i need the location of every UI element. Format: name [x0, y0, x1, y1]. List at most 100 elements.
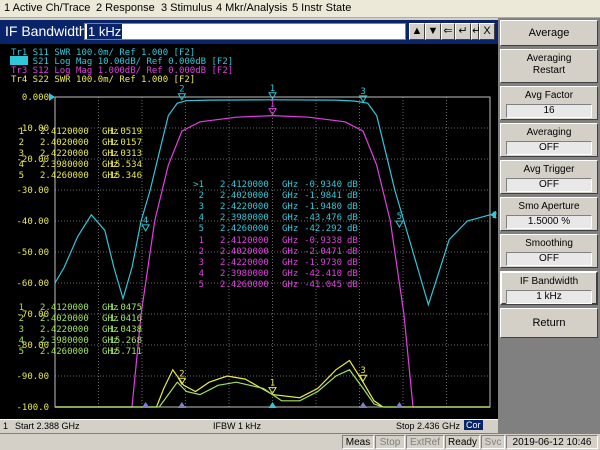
marker-table-unit: GHz — [282, 213, 298, 223]
menu-response[interactable]: 2 Response — [96, 2, 155, 14]
marker-table-frequency: 2.4020000 — [220, 191, 269, 201]
if-bandwidth-button[interactable]: IF Bandwidth 1 kHz — [500, 271, 598, 305]
if-bandwidth-status: IFBW 1 kHz — [213, 421, 262, 431]
marker-table-frequency: 2.4260000 — [220, 280, 269, 290]
menu-stimulus[interactable]: 3 Stimulus — [161, 2, 212, 14]
smo-aperture-label: Smo Aperture — [518, 201, 580, 212]
entry-enter-button[interactable]: ↵ — [455, 23, 471, 40]
marker-table-frequency: 2.3980000 — [40, 160, 89, 170]
marker-table-value: -0.9338 — [304, 236, 342, 246]
status-bar: 1 Start 2.388 GHz IFBW 1 kHz Stop 2.436 … — [0, 419, 498, 433]
marker-table-value: 1.0313 — [109, 149, 142, 159]
entry-down-button[interactable]: ▼ — [425, 23, 441, 40]
smoothing-button[interactable]: Smoothing OFF — [500, 234, 598, 268]
trace-label-4: Tr4 S22 SWR 100.0m/ Ref 1.000 [F2] — [11, 75, 195, 85]
marker-table-db: dB — [347, 224, 358, 234]
entry-up-button[interactable]: ▲ — [409, 23, 425, 40]
marker-table-frequency: 2.4220000 — [220, 258, 269, 268]
menu-instr-state[interactable]: 5 Instr State — [292, 2, 351, 14]
marker-table-index: 4 — [19, 336, 24, 346]
marker-table-value: -2.0471 — [304, 247, 342, 257]
marker-table-value: 1.0416 — [109, 314, 142, 324]
marker-table-frequency: 2.4220000 — [40, 325, 89, 335]
bottom-marker-indicator — [177, 402, 186, 408]
marker-label: 1 — [270, 100, 275, 110]
smo-aperture-button[interactable]: Smo Aperture 1.5000 % — [500, 197, 598, 231]
marker-table-index: 5 — [199, 224, 204, 234]
y-tick-label: 0.000 — [22, 93, 49, 103]
y-tick-label: -40.00 — [16, 217, 49, 227]
marker-table-index: 4 — [19, 160, 24, 170]
averaging-restart-label: Averaging Restart — [526, 53, 572, 76]
averaging-label: Averaging — [526, 127, 572, 138]
stop-frequency: Stop 2.436 GHz — [396, 421, 461, 431]
marker-table-frequency: 2.4120000 — [220, 236, 269, 246]
bottom-marker-indicator — [359, 402, 368, 408]
marker-table-frequency: 2.3980000 — [40, 336, 89, 346]
smoothing-value: OFF — [506, 252, 592, 266]
marker-table-value: -42.410 — [304, 269, 342, 279]
marker-table-db: dB — [347, 258, 358, 268]
entry-backspace-button[interactable]: ⇐ — [441, 23, 455, 40]
marker-table-unit: GHz — [282, 258, 298, 268]
softkey-panel: Average Averaging Restart Avg Factor 16 … — [498, 18, 600, 433]
menu-active-ch-trace[interactable]: 1 Active Ch/Trace — [4, 2, 90, 14]
menu-mkr-analysis[interactable]: 4 Mkr/Analysis — [216, 2, 288, 14]
y-tick-label: -30.00 — [16, 186, 49, 196]
avg-trigger-button[interactable]: Avg Trigger OFF — [500, 160, 598, 194]
marker-table-value: -1.9730 — [304, 258, 342, 268]
marker-table-index: 2 — [19, 314, 24, 324]
trace-end-label: 2 — [492, 211, 497, 221]
marker-table-value: -42.292 — [304, 224, 342, 234]
softkey-menu-title: Average — [500, 20, 598, 46]
marker-table-value: -1.9480 — [304, 202, 342, 212]
marker-table-unit: GHz — [282, 247, 298, 257]
entry-enter2-button[interactable]: ↵ — [471, 23, 481, 40]
avg-factor-button[interactable]: Avg Factor 16 — [500, 86, 598, 120]
marker-label: 4 — [143, 216, 148, 226]
avg-factor-value: 16 — [506, 104, 592, 118]
marker-table-unit: GHz — [282, 280, 298, 290]
marker-table-frequency: 2.4120000 — [40, 303, 89, 313]
marker-table-value: 15.711 — [109, 347, 142, 357]
marker-table-index: 5 — [19, 171, 24, 181]
return-button[interactable]: Return — [500, 308, 598, 338]
task-bar: Meas Stop ExtRef Ready Svc 2019-06-12 10… — [0, 433, 600, 450]
marker-table-frequency: 2.4260000 — [40, 171, 89, 181]
menu-bar: 1 Active Ch/Trace 2 Response 3 Stimulus … — [0, 0, 600, 18]
marker-table-frequency: 2.3980000 — [220, 213, 269, 223]
smoothing-label: Smoothing — [525, 238, 573, 249]
marker-table-frequency: 2.4120000 — [220, 180, 269, 190]
marker-table-db: dB — [347, 191, 358, 201]
marker-label: 2 — [179, 369, 184, 379]
marker-label: 2 — [179, 85, 184, 95]
marker-table-value: 15.268 — [109, 336, 142, 346]
marker-table-db: dB — [347, 269, 358, 279]
avg-trigger-label: Avg Trigger — [523, 164, 575, 175]
entry-close-button[interactable]: X — [479, 23, 495, 40]
marker-table-db: dB — [347, 213, 358, 223]
chart: 0.000-10.00-20.00-30.00-40.00-50.00-60.0… — [10, 48, 497, 413]
marker-table-frequency: 2.4020000 — [40, 138, 89, 148]
marker-table-frequency: 2.4020000 — [220, 247, 269, 257]
channel-number: 1 — [3, 421, 9, 431]
start-frequency: Start 2.388 GHz — [15, 421, 80, 431]
plot-area[interactable]: 0.000 -10.00 -20.00 -30.00 -40.00 -50.00 -60.0… — [0, 44, 498, 419]
averaging-toggle-button[interactable]: Averaging OFF — [500, 123, 598, 157]
marker-table-index: >1 — [193, 180, 204, 190]
averaging-restart-button[interactable]: Averaging Restart — [500, 49, 598, 83]
marker-label: 3 — [360, 87, 365, 97]
ready-indicator: Ready — [445, 435, 480, 449]
marker-table-unit: GHz — [282, 202, 298, 212]
y-tick-label: -100.0 — [16, 403, 49, 413]
marker-table-unit: GHz — [282, 269, 298, 279]
marker-table-frequency: 2.4260000 — [220, 224, 269, 234]
marker-table-value: -1.9841 — [304, 191, 342, 201]
date-time: 2019-06-12 10:46 — [506, 435, 598, 449]
smo-aperture-value: 1.5000 % — [506, 215, 592, 229]
entry-field[interactable]: 1 kHz — [84, 23, 406, 40]
marker-table-index: 3 — [19, 149, 24, 159]
marker-table-db: dB — [347, 280, 358, 290]
marker-table-value: 1.0519 — [109, 127, 142, 137]
marker-table-db: dB — [347, 202, 358, 212]
